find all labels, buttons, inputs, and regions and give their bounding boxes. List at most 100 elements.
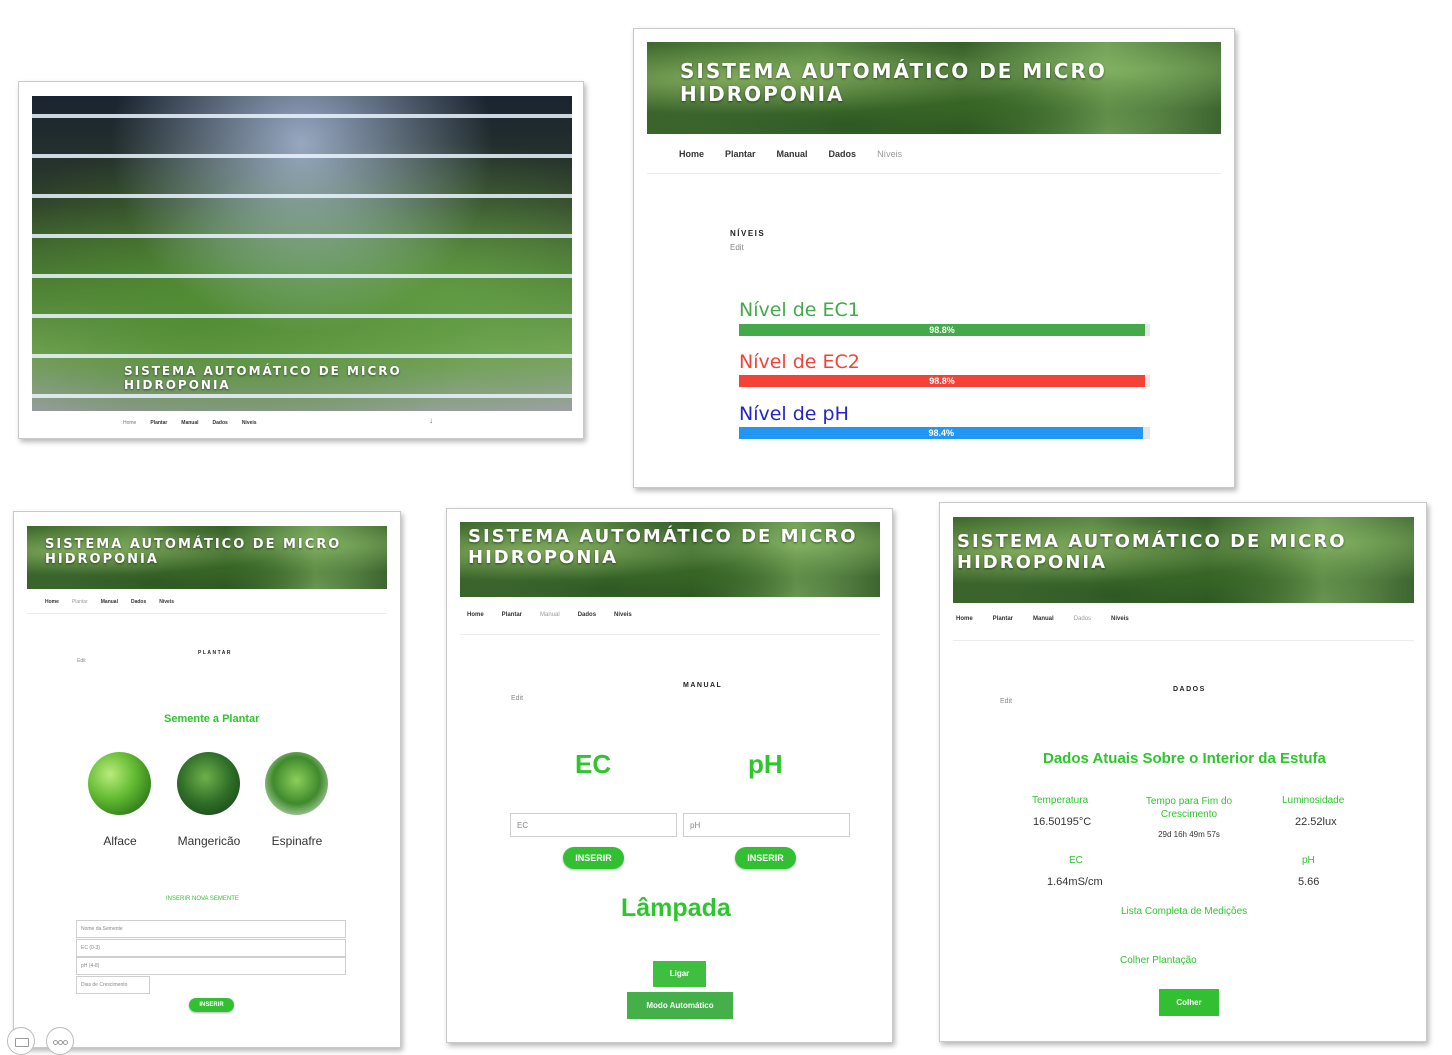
ec-input[interactable]: EC (0-3) (76, 939, 346, 957)
nav-niveis[interactable]: Níveis (1111, 616, 1129, 622)
nav-home[interactable]: Home (467, 612, 484, 618)
ec1-level-fill: 98.8% (739, 324, 1146, 336)
edit-link[interactable]: Edit (77, 658, 86, 664)
dados-nav: Home Plantar Manual Dados Níveis (956, 616, 1129, 622)
plantar-nav: Home Plantar Manual Dados Níveis (45, 599, 174, 605)
ph-level-fill: 98.4% (739, 427, 1144, 439)
nav-niveis[interactable]: Níveis (159, 599, 174, 605)
home-screenshot: SISTEMA AUTOMÁTICO DE MICRO HIDROPONIA H… (18, 81, 584, 439)
ph-title: pH (748, 749, 783, 779)
manual-screenshot: SISTEMA AUTOMÁTICO DE MICRO HIDROPONIA H… (446, 508, 893, 1043)
plantar-screenshot: SISTEMA AUTOMÁTICO DE MICRO HIDROPONIA H… (13, 511, 401, 1048)
growth-time-label: Tempo para Fim do Crescimento (1145, 796, 1233, 820)
nav-manual[interactable]: Manual (101, 599, 118, 605)
ec2-level-bar: 98.8% (739, 375, 1150, 387)
insert-seed-button[interactable]: INSERIR (189, 998, 234, 1012)
nav-home[interactable]: Home (45, 599, 59, 605)
ph-level-label: Nível de pH (739, 403, 849, 425)
seed-section-title: Semente a Plantar (164, 713, 260, 725)
ec-label: EC (1069, 855, 1083, 866)
nav-manual[interactable]: Manual (1033, 616, 1054, 622)
niveis-site-title[interactable]: SISTEMA AUTOMÁTICO DE MICRO HIDROPONIA (680, 60, 1107, 106)
nav-niveis[interactable]: Níveis (614, 612, 632, 618)
plantar-site-title[interactable]: SISTEMA AUTOMÁTICO DE MICRO HIDROPONIA (45, 537, 341, 568)
auto-mode-button[interactable]: Modo Automático (627, 992, 733, 1019)
ph-input[interactable]: pH (4-8) (76, 957, 346, 975)
greenhouse-data-title: Dados Atuais Sobre o Interior da Estufa (1043, 750, 1326, 767)
ph-label: pH (1302, 855, 1315, 866)
edit-link[interactable]: Edit (1000, 698, 1012, 705)
luminosity-value: 22.52lux (1295, 816, 1337, 828)
page-title: MANUAL (683, 682, 723, 689)
scroll-down-icon[interactable]: ↓ (429, 416, 433, 425)
temperature-value: 16.50195°C (1033, 816, 1092, 828)
ec-value: 1.64mS/cm (1047, 876, 1103, 888)
nav-divider (953, 640, 1414, 641)
nav-divider (27, 613, 387, 614)
lamp-on-button[interactable]: Ligar (653, 961, 706, 987)
page-title: NÍVEIS (730, 229, 766, 238)
nav-niveis[interactable]: Níveis (242, 420, 257, 426)
ph-value: 5.66 (1298, 876, 1320, 888)
page-title: PLANTAR (198, 650, 233, 656)
nav-niveis[interactable]: Níveis (877, 149, 902, 159)
ec2-level-label: Nível de EC2 (739, 351, 860, 373)
more-options-icon[interactable] (46, 1027, 74, 1055)
nav-manual[interactable]: Manual (181, 420, 198, 426)
ec-manual-input[interactable]: EC (510, 813, 677, 837)
nav-divider (647, 173, 1221, 174)
nav-plantar[interactable]: Plantar (993, 616, 1013, 622)
nav-manual[interactable]: Manual (540, 612, 560, 618)
lettuce-image[interactable] (88, 752, 151, 815)
page-title: DADOS (1173, 686, 1206, 693)
ph-manual-input[interactable]: pH (683, 813, 850, 837)
temperature-label: Temperatura (1032, 795, 1089, 806)
niveis-nav: Home Plantar Manual Dados Níveis (679, 149, 902, 159)
nav-plantar[interactable]: Plantar (725, 149, 756, 159)
nav-home[interactable]: Home (123, 420, 136, 426)
ec1-level-label: Nível de EC1 (739, 299, 860, 321)
niveis-screenshot: SISTEMA AUTOMÁTICO DE MICRO HIDROPONIA H… (633, 28, 1235, 488)
nav-dados[interactable]: Dados (829, 149, 857, 159)
ec2-level-fill: 98.8% (739, 375, 1146, 387)
nav-manual[interactable]: Manual (777, 149, 808, 159)
nav-home[interactable]: Home (679, 149, 704, 159)
harvest-link[interactable]: Colher Plantação (1120, 955, 1197, 966)
seed-name-input[interactable]: Nome da Semente (76, 920, 346, 938)
luminosity-label: Luminosidade (1282, 795, 1345, 806)
home-nav: Home Plantar Manual Dados Níveis (123, 420, 257, 426)
ec-title: EC (575, 749, 612, 779)
new-seed-title: INSERIR NOVA SEMENTE (166, 896, 239, 902)
dados-screenshot: SISTEMA AUTOMÁTICO DE MICRO HIDROPONIA H… (939, 502, 1427, 1042)
dados-site-title[interactable]: SISTEMA AUTOMÁTICO DE MICRO HIDROPONIA (957, 531, 1347, 573)
ec1-level-bar: 98.8% (739, 324, 1150, 336)
growth-days-input[interactable]: Dias de Crescimento (76, 976, 150, 994)
manual-site-title[interactable]: SISTEMA AUTOMÁTICO DE MICRO HIDROPONIA (468, 526, 858, 568)
basil-label: Mangericão (177, 834, 241, 848)
nav-divider (460, 634, 880, 635)
nav-dados[interactable]: Dados (131, 599, 146, 605)
insert-ec-button[interactable]: INSERIR (563, 847, 624, 869)
growth-time-value: 29d 16h 49m 57s (1158, 830, 1220, 839)
ph-level-bar: 98.4% (739, 427, 1150, 439)
manual-nav: Home Plantar Manual Dados Níveis (467, 612, 632, 618)
nav-plantar[interactable]: Plantar (150, 420, 167, 426)
measurements-list-link[interactable]: Lista Completa de Medições (1121, 906, 1247, 917)
lamp-title: Lâmpada (621, 894, 731, 922)
spinach-label: Espinafre (271, 834, 323, 848)
keyboard-icon[interactable] (7, 1027, 35, 1055)
spinach-image[interactable] (265, 752, 328, 815)
nav-plantar[interactable]: Plantar (72, 599, 88, 605)
nav-dados[interactable]: Dados (578, 612, 596, 618)
harvest-button[interactable]: Colher (1159, 989, 1219, 1016)
nav-plantar[interactable]: Plantar (502, 612, 522, 618)
nav-home[interactable]: Home (956, 616, 973, 622)
basil-image[interactable] (177, 752, 240, 815)
lettuce-label: Alface (103, 834, 137, 848)
nav-dados[interactable]: Dados (213, 420, 228, 426)
hero-site-title[interactable]: SISTEMA AUTOMÁTICO DE MICRO HIDROPONIA (124, 364, 402, 393)
insert-ph-button[interactable]: INSERIR (735, 847, 796, 869)
nav-dados[interactable]: Dados (1074, 616, 1091, 622)
edit-link[interactable]: Edit (511, 695, 523, 702)
edit-link[interactable]: Edit (730, 243, 744, 252)
